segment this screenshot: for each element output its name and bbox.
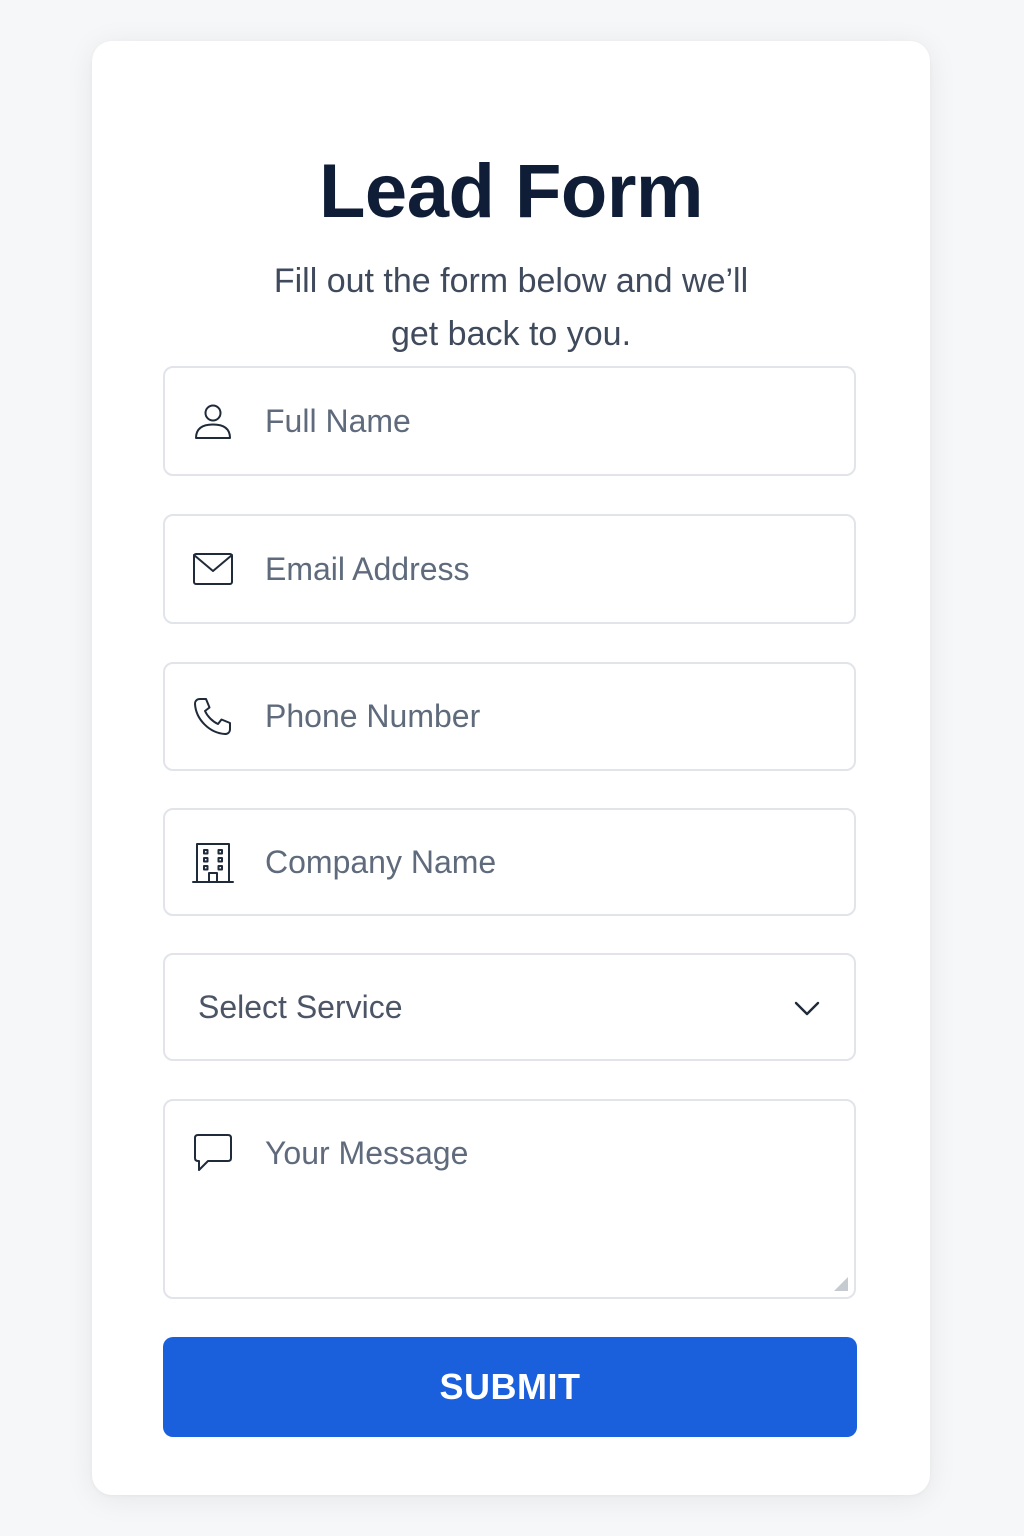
resize-handle-icon[interactable] [832,1275,848,1291]
company-field[interactable] [163,808,856,916]
phone-field[interactable] [163,662,856,771]
full-name-input[interactable] [265,368,834,474]
building-icon [191,841,235,885]
full-name-field[interactable] [163,366,856,476]
service-select-value: Select Service [198,988,403,1025]
company-input[interactable] [265,810,834,914]
email-field[interactable] [163,514,856,624]
person-icon [191,399,235,443]
service-select[interactable]: Select Service [163,953,856,1061]
phone-input[interactable] [265,664,834,769]
mail-icon [191,547,235,591]
message-textarea[interactable] [265,1133,834,1277]
chat-bubble-icon [191,1131,235,1175]
submit-button[interactable]: SUBMIT [163,1337,857,1437]
message-field[interactable] [163,1099,856,1299]
form-title: Lead Form [319,149,704,234]
form-subtitle: Fill out the form below and we’ll get ba… [273,262,749,353]
chevron-down-icon[interactable] [790,991,824,1025]
phone-icon [191,695,235,739]
email-input[interactable] [265,516,834,622]
